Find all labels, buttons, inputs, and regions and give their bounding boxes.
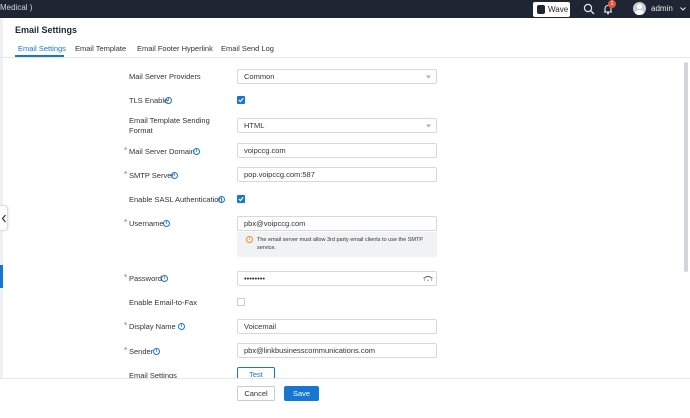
password-input[interactable]: •••••••• [237, 271, 437, 286]
footer-bar [0, 379, 690, 418]
info-icon[interactable]: i [163, 220, 170, 227]
tab-email-footer-hyperlink[interactable]: Email Footer Hyperlink [137, 44, 213, 53]
wave-label: Wave [548, 5, 569, 14]
sidebar-collapse-toggle[interactable] [0, 205, 8, 231]
check-icon [238, 97, 244, 103]
chevron-down-icon [426, 75, 431, 79]
wave-button[interactable]: Wave [533, 2, 570, 17]
tabs-divider [0, 57, 690, 58]
tls-enable-label: TLS Enable [129, 96, 169, 105]
tab-email-send-log[interactable]: Email Send Log [221, 44, 274, 53]
save-button[interactable]: Save [284, 386, 319, 401]
mail-server-providers-value: Common [244, 72, 275, 81]
sender-input[interactable]: pbx@linkbusinesscommunications.com [237, 343, 437, 358]
username-notice: ! The email server must allow 3rd party … [237, 232, 437, 257]
chevron-down-icon [426, 124, 431, 128]
required-marker: * [124, 346, 128, 355]
required-marker: * [124, 170, 128, 179]
username-input[interactable]: pbx@voipccg.com [237, 216, 437, 231]
password-value: •••••••• [244, 274, 266, 283]
notification-badge: 1 [608, 0, 616, 8]
info-icon[interactable]: i [218, 196, 225, 203]
info-icon[interactable]: i [178, 323, 185, 330]
cancel-button[interactable]: Cancel [237, 386, 275, 401]
info-icon[interactable]: i [153, 348, 160, 355]
template-format-value: HTML [244, 121, 265, 130]
info-icon[interactable]: i [165, 97, 172, 104]
page-title: Email Settings [15, 25, 78, 35]
tab-email-settings[interactable]: Email Settings [18, 44, 66, 53]
required-marker: * [124, 321, 128, 330]
sender-label: Sender [129, 347, 154, 356]
scrollbar-thumb[interactable] [684, 62, 688, 272]
mail-server-domain-input[interactable]: voipccg.com [237, 143, 437, 158]
smtp-server-label: SMTP Server [129, 171, 174, 180]
breadcrumb: Medical ) [0, 3, 33, 12]
search-icon[interactable] [583, 3, 595, 15]
username-notice-text: The email server must allow 3rd party em… [257, 237, 423, 251]
password-label: Password [129, 274, 162, 283]
user-name[interactable]: admin [651, 4, 673, 13]
email-to-fax-label: Enable Email-to-Fax [129, 298, 197, 307]
sasl-auth-label: Enable SASL Authentication [129, 195, 223, 204]
required-marker: * [124, 273, 128, 282]
info-icon[interactable]: i [193, 148, 200, 155]
wave-logo-icon [537, 5, 545, 14]
smtp-server-input[interactable]: pop.voipccg.com:587 [237, 167, 437, 182]
required-marker: * [124, 146, 128, 155]
mail-server-providers-label: Mail Server Providers [129, 72, 201, 81]
check-icon [238, 196, 244, 202]
tls-enable-checkbox[interactable] [237, 96, 245, 104]
email-to-fax-checkbox[interactable] [237, 298, 245, 306]
chevron-left-icon [1, 214, 6, 223]
template-format-select[interactable]: HTML [237, 118, 437, 133]
mail-server-providers-select[interactable]: Common [237, 69, 437, 84]
chevron-down-icon[interactable] [679, 5, 687, 13]
info-icon[interactable]: i [161, 275, 168, 282]
info-icon[interactable]: i [171, 172, 178, 179]
warning-icon: ! [246, 236, 253, 243]
left-rail-active-indicator [0, 265, 3, 288]
sasl-auth-checkbox[interactable] [237, 195, 245, 203]
mail-server-domain-label: Mail Server Domain [129, 147, 195, 156]
top-bar: Medical ) Wave 1 admin [0, 0, 690, 18]
display-name-input[interactable]: Voicemail [237, 319, 437, 334]
eye-icon[interactable] [423, 275, 433, 282]
display-name-label: Display Name [129, 322, 176, 331]
username-label: Username [129, 219, 164, 228]
required-marker: * [124, 218, 128, 227]
template-format-label: Email Template Sending Format [129, 116, 210, 135]
tab-email-template[interactable]: Email Template [75, 44, 126, 53]
avatar-icon[interactable] [633, 2, 646, 15]
